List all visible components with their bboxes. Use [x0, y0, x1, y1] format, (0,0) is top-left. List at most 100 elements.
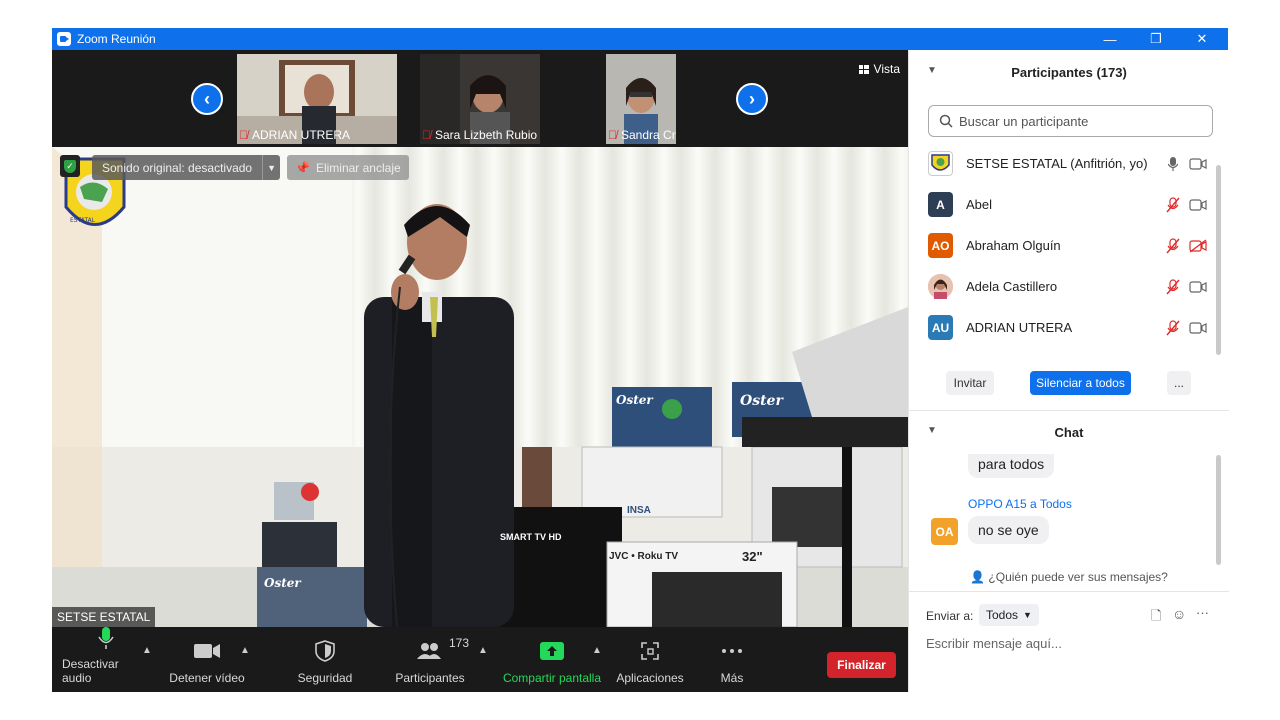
- mute-all-button[interactable]: Silenciar a todos: [1030, 371, 1131, 395]
- participants-button[interactable]: 173 Participantes: [388, 627, 472, 692]
- video-options-chevron-icon[interactable]: ▲: [240, 645, 250, 656]
- collapse-chevron-icon[interactable]: ▼: [927, 425, 937, 436]
- svg-text:ESTATAL: ESTATAL: [70, 217, 96, 224]
- participant-row[interactable]: AO Abraham Olguín: [909, 225, 1219, 266]
- svg-text:JVC • Roku TV: JVC • Roku TV: [609, 551, 678, 562]
- participant-row[interactable]: AU ADRIAN UTRERA: [909, 307, 1219, 348]
- who-can-see-messages-link[interactable]: 👤 ¿Quién puede ver sus mensajes?: [909, 570, 1229, 584]
- mic-muted-icon[interactable]: [1165, 237, 1181, 255]
- pin-icon: 📌: [295, 160, 310, 175]
- microphone-icon[interactable]: [1165, 155, 1181, 173]
- invite-button[interactable]: Invitar: [946, 371, 994, 395]
- chat-message: no se oye: [968, 516, 1049, 544]
- panel-divider: [909, 410, 1229, 411]
- next-page-button[interactable]: ›: [736, 83, 768, 115]
- thumbnail-strip: ‹ 🎙̸ ADRIAN UTRERA 🎙̸ Sara Lizbeth Rubio…: [52, 50, 908, 147]
- participants-count: 173: [449, 636, 470, 650]
- chat-header: ▼ Chat: [927, 424, 1084, 440]
- more-options-button[interactable]: ...: [1167, 371, 1191, 395]
- svg-text:Oster: Oster: [616, 393, 654, 407]
- video-off-icon[interactable]: [1188, 237, 1208, 255]
- meeting-toolbar: Desactivar audio ▲ Detener vídeo ▲ Segur…: [52, 627, 908, 692]
- video-area: ‹ 🎙̸ ADRIAN UTRERA 🎙̸ Sara Lizbeth Rubio…: [52, 50, 908, 692]
- emoji-icon[interactable]: ☺: [1172, 606, 1186, 622]
- mic-muted-icon[interactable]: [1165, 278, 1181, 296]
- share-options-chevron-icon[interactable]: ▲: [592, 645, 602, 656]
- encryption-shield-icon[interactable]: ✓: [60, 155, 80, 177]
- window-title: Zoom Reunión: [77, 32, 156, 46]
- zoom-logo-icon: [57, 32, 71, 46]
- participants-header: ▼ Participantes (173): [927, 64, 1127, 80]
- participant-row[interactable]: Adela Castillero: [909, 266, 1219, 307]
- chevron-down-icon[interactable]: ▼: [262, 155, 280, 180]
- restore-button[interactable]: ❐: [1133, 28, 1179, 50]
- chevron-down-icon: ▼: [1023, 610, 1032, 620]
- grid-view-icon: [858, 64, 869, 74]
- share-screen-button[interactable]: Compartir pantalla: [498, 627, 606, 692]
- audio-options-chevron-icon[interactable]: ▲: [142, 645, 152, 656]
- stop-video-button[interactable]: Detener vídeo: [167, 627, 247, 692]
- participant-row[interactable]: A Abel: [909, 184, 1219, 225]
- video-camera-icon[interactable]: [1188, 278, 1208, 296]
- avatar: AU: [928, 315, 953, 340]
- svg-text:32": 32": [742, 549, 763, 564]
- thumbnail-name: 🎙̸ Sara Lizbeth Rubio Ji...: [422, 128, 540, 142]
- security-button[interactable]: Seguridad: [290, 627, 360, 692]
- svg-text:Oster: Oster: [264, 576, 302, 590]
- search-icon: [939, 114, 953, 128]
- more-dots-icon[interactable]: ···: [1196, 605, 1209, 620]
- thumbnail-name: 🎙̸ ADRIAN UTRERA: [239, 128, 351, 142]
- unpin-button[interactable]: 📌 Eliminar anclaje: [287, 155, 409, 180]
- collapse-chevron-icon[interactable]: ▼: [927, 65, 937, 76]
- search-input[interactable]: [959, 113, 1199, 129]
- thumbnail-video[interactable]: 🎙̸ Sandra Cruz Reyes: [606, 54, 676, 144]
- thumbnail-video[interactable]: 🎙̸ ADRIAN UTRERA: [237, 54, 397, 144]
- apps-button[interactable]: Aplicaciones: [612, 627, 688, 692]
- apps-icon: [640, 638, 660, 664]
- chat-message: para todos: [968, 454, 1055, 478]
- send-to-label: Enviar a:: [926, 609, 974, 623]
- svg-text:SMART TV HD: SMART TV HD: [500, 532, 562, 542]
- speaker-video-image: ESTATAL Oster Oster Oster SMART TV HD JV…: [52, 147, 908, 627]
- participants-icon: 173: [417, 636, 469, 664]
- avatar: [928, 274, 953, 299]
- video-camera-icon[interactable]: [1188, 196, 1208, 214]
- prev-page-button[interactable]: ‹: [191, 83, 223, 115]
- side-panel: ▼ Participantes (173) SETSE ESTATAL (Anf…: [908, 50, 1229, 692]
- mute-audio-button[interactable]: Desactivar audio: [62, 627, 150, 692]
- mic-muted-icon[interactable]: [1165, 319, 1181, 337]
- participant-row[interactable]: SETSE ESTATAL (Anfitrión, yo): [909, 143, 1219, 184]
- chat-sender[interactable]: OPPO A15 a Todos: [968, 497, 1072, 511]
- chat-divider: [909, 591, 1229, 592]
- more-button[interactable]: Más: [708, 627, 756, 692]
- video-camera-icon[interactable]: [1188, 319, 1208, 337]
- mic-muted-icon: 🎙̸: [608, 128, 617, 142]
- participants-scrollbar[interactable]: [1216, 165, 1221, 355]
- title-bar: Zoom Reunión — ❐ ✕: [52, 28, 1228, 50]
- original-sound-button[interactable]: Sonido original: desactivado ▼: [92, 155, 281, 180]
- minimize-button[interactable]: —: [1087, 28, 1133, 50]
- mic-muted-icon[interactable]: [1165, 196, 1181, 214]
- share-screen-icon: [540, 638, 564, 664]
- participant-search[interactable]: [928, 105, 1213, 137]
- avatar: AO: [928, 233, 953, 258]
- chat-message-input[interactable]: [926, 636, 1216, 651]
- end-meeting-button[interactable]: Finalizar: [827, 652, 896, 678]
- video-camera-icon: [194, 638, 220, 664]
- recipient-dropdown[interactable]: Todos ▼: [979, 604, 1039, 626]
- chat-scrollbar[interactable]: [1216, 455, 1221, 565]
- file-icon[interactable]: 🗋: [1151, 607, 1161, 629]
- speaker-name-label: SETSE ESTATAL: [52, 607, 156, 627]
- thumbnail-video[interactable]: 🎙̸ Sara Lizbeth Rubio Ji...: [420, 54, 540, 144]
- microphone-icon: [98, 626, 114, 650]
- thumbnail-name: 🎙̸ Sandra Cruz Reyes: [608, 128, 676, 142]
- close-button[interactable]: ✕: [1179, 28, 1225, 50]
- view-button[interactable]: Vista: [858, 62, 900, 76]
- svg-text:INSA: INSA: [627, 505, 651, 516]
- mic-muted-icon: 🎙̸: [239, 128, 248, 142]
- main-video: ESTATAL Oster Oster Oster SMART TV HD JV…: [52, 147, 908, 627]
- avatar: OA: [931, 518, 958, 545]
- participants-options-chevron-icon[interactable]: ▲: [478, 645, 488, 656]
- security-shield-icon: [315, 638, 335, 664]
- video-camera-icon[interactable]: [1188, 155, 1208, 173]
